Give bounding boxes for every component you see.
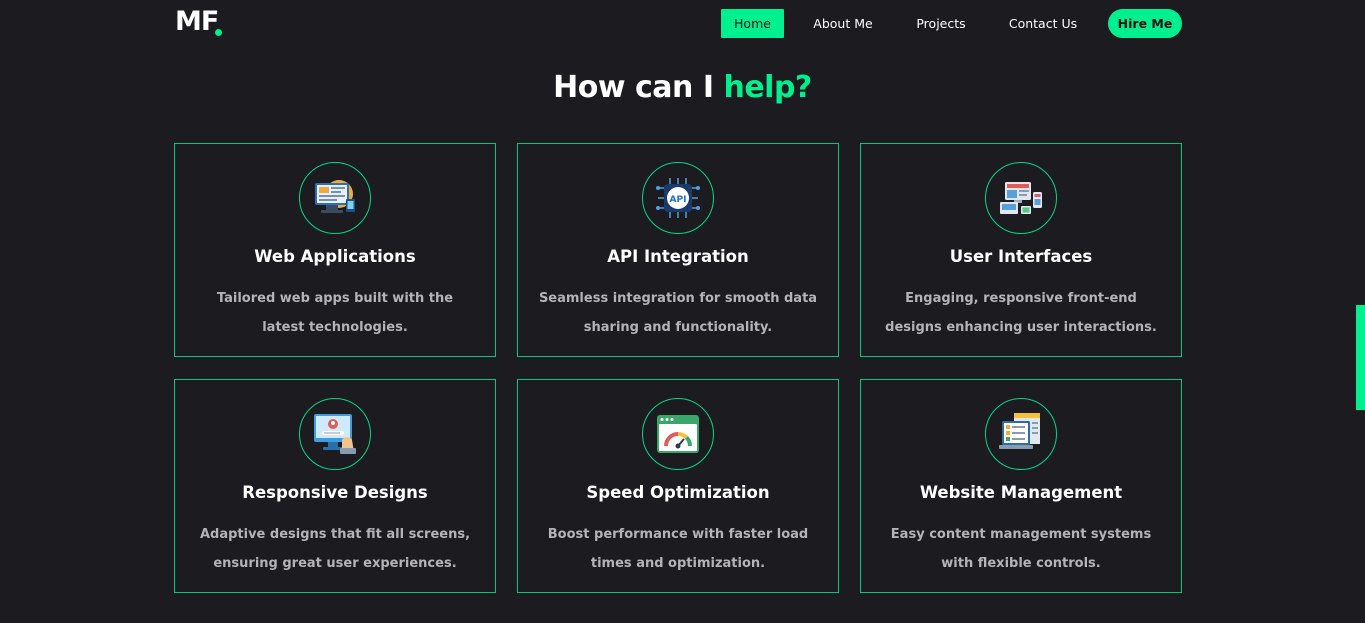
navbar: MF Home About Me Projects Contact Us Hir… bbox=[0, 0, 1365, 50]
service-description: Easy content management systems with fle… bbox=[890, 527, 1152, 571]
service-description: Tailored web apps built with the latest … bbox=[216, 291, 454, 335]
icon-circle bbox=[985, 398, 1057, 470]
nav-projects[interactable]: Projects bbox=[907, 9, 975, 38]
web-app-icon bbox=[315, 180, 355, 213]
service-title: Web Applications bbox=[254, 247, 416, 266]
nav-home[interactable]: Home bbox=[721, 9, 784, 38]
logo-dot bbox=[215, 29, 222, 36]
nav-about-me[interactable]: About Me bbox=[807, 9, 879, 38]
service-title: Speed Optimization bbox=[586, 483, 770, 502]
icon-circle bbox=[642, 398, 714, 470]
service-title: Responsive Designs bbox=[242, 483, 428, 502]
icon-circle bbox=[299, 398, 371, 470]
hire-me-button[interactable]: Hire Me bbox=[1108, 9, 1182, 38]
scrollbar-thumb[interactable] bbox=[1356, 305, 1365, 410]
monitor-user-icon bbox=[314, 414, 356, 454]
service-description: Engaging, responsive front-end designs e… bbox=[885, 291, 1157, 335]
service-card-user-interfaces[interactable]: User Interfaces Engaging, responsive fro… bbox=[860, 143, 1182, 357]
service-card-responsive-designs[interactable]: Responsive Designs Adaptive designs that… bbox=[174, 379, 496, 593]
section-title-main: How can I bbox=[553, 70, 714, 105]
service-description: Adaptive designs that fit all screens, e… bbox=[199, 527, 471, 571]
icon-circle bbox=[299, 162, 371, 234]
section-title-accent: help? bbox=[723, 70, 812, 105]
service-card-web-applications[interactable]: Web Applications Tailored web apps built… bbox=[174, 143, 496, 357]
service-description: Boost performance with faster load times… bbox=[547, 527, 809, 571]
service-title: User Interfaces bbox=[949, 247, 1093, 266]
speedometer-icon bbox=[657, 415, 699, 453]
api-chip-icon: API bbox=[656, 178, 700, 218]
logo[interactable]: MF bbox=[175, 6, 219, 37]
devices-icon bbox=[1000, 182, 1042, 214]
svg-text:API: API bbox=[670, 195, 687, 205]
section-title: How can I help? bbox=[0, 70, 1365, 105]
service-description: Seamless integration for smooth data sha… bbox=[538, 291, 818, 335]
icon-circle bbox=[985, 162, 1057, 234]
service-card-speed-optimization[interactable]: Speed Optimization Boost performance wit… bbox=[517, 379, 839, 593]
service-title: API Integration bbox=[607, 247, 749, 266]
icon-circle: API bbox=[642, 162, 714, 234]
service-title: Website Management bbox=[919, 483, 1123, 502]
service-card-website-management[interactable]: Website Management Easy content manageme… bbox=[860, 379, 1182, 593]
checklist-laptop-icon bbox=[999, 413, 1040, 449]
service-card-api-integration[interactable]: API API Integration Seamless integration… bbox=[517, 143, 839, 357]
nav-contact-us[interactable]: Contact Us bbox=[1003, 9, 1083, 38]
